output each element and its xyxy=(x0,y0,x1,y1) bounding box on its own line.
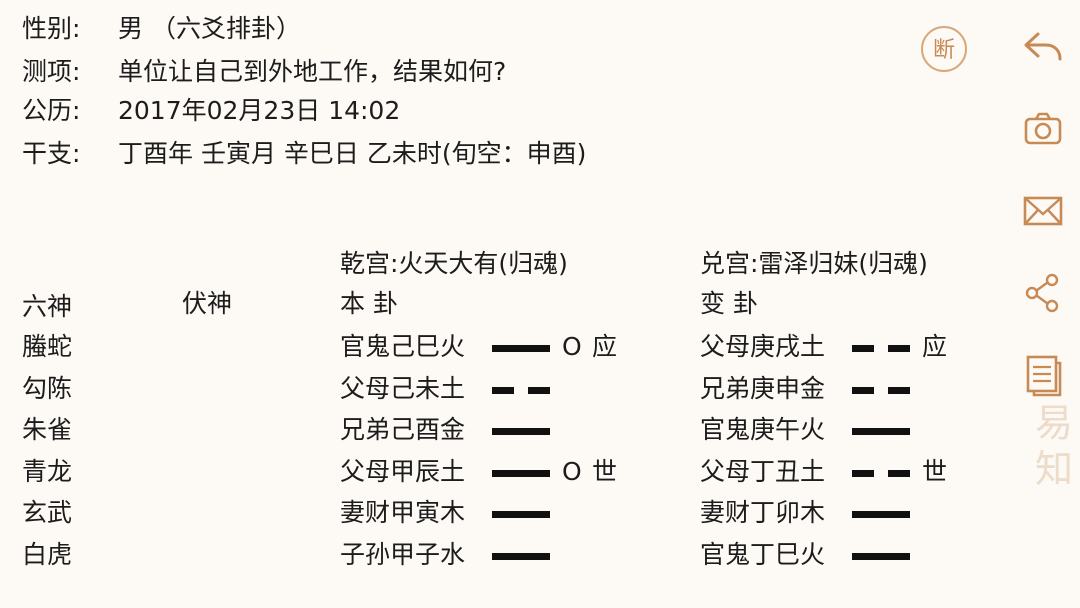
ben-gua-yao-line xyxy=(492,387,550,394)
share-icon xyxy=(1025,273,1059,313)
question-value: 单位让自己到外地工作，结果如何? xyxy=(118,57,507,86)
camera-button[interactable] xyxy=(1018,104,1068,154)
bian-gua-yao-line xyxy=(852,553,910,560)
bian-gua-yao-label: 官鬼丁巳火 xyxy=(700,540,826,569)
gender-row: 性别: 男 （六爻排卦） xyxy=(22,12,301,46)
yin-segment xyxy=(888,470,910,477)
question-label: 测项: xyxy=(22,57,81,86)
ben-gua-yao-label: 官鬼己巳火 xyxy=(340,332,466,361)
liushen-cell: 螣蛇 xyxy=(22,332,73,361)
liushen-header: 六神 xyxy=(22,292,73,321)
ben-gua-yao-label: 妻财甲寅木 xyxy=(340,498,466,527)
duan-button[interactable]: 断 xyxy=(921,26,967,72)
back-button[interactable] xyxy=(1018,22,1068,72)
bian-gua-yao-line xyxy=(852,345,910,352)
document-button[interactable] xyxy=(1018,350,1068,400)
document-icon xyxy=(1026,355,1062,397)
ben-gua-gong-title: 乾宫:火天大有(归魂) xyxy=(340,249,568,278)
bian-gua-yao-label: 父母庚戌土 xyxy=(700,332,826,361)
yang-segment xyxy=(492,470,550,477)
yang-segment xyxy=(492,345,550,352)
bian-gua-yao-line xyxy=(852,511,910,518)
ganzhi-value: 丁酉年 壬寅月 辛巳日 乙未时(旬空：申酉) xyxy=(118,139,587,168)
ben-gua-yao-line xyxy=(492,553,550,560)
ben-gua-yao-line xyxy=(492,428,550,435)
ben-shiying-mark: 应 xyxy=(592,332,618,361)
bian-gua-gong-title: 兑宫:雷泽归妹(归魂) xyxy=(700,249,928,278)
moving-yao-mark: O xyxy=(562,457,582,486)
ben-gua-yao-line xyxy=(492,345,550,352)
liushen-cell: 朱雀 xyxy=(22,415,73,444)
yin-segment xyxy=(888,345,910,352)
yang-segment xyxy=(492,511,550,518)
divination-page: 易知 性别: 男 （六爻排卦） 测项: 单位让自己到外地工作，结果如何? 公历: 20… xyxy=(0,0,1080,608)
ben-gua-label: 本 卦 xyxy=(340,289,398,318)
ganzhi-row: 干支: 丁酉年 壬寅月 辛巳日 乙未时(旬空：申酉) xyxy=(22,137,586,171)
question-row: 测项: 单位让自己到外地工作，结果如何? xyxy=(22,55,506,89)
bian-gua-yao-label: 妻财丁卯木 xyxy=(700,498,826,527)
yang-segment xyxy=(852,511,910,518)
moving-yao-mark: O xyxy=(562,332,582,361)
yang-segment xyxy=(492,553,550,560)
mail-button[interactable] xyxy=(1018,186,1068,236)
yin-segment xyxy=(528,387,550,394)
ganzhi-label: 干支: xyxy=(22,139,81,168)
ben-shiying-mark: 世 xyxy=(592,457,618,486)
liushen-cell: 青龙 xyxy=(22,457,73,486)
camera-icon xyxy=(1024,112,1062,145)
bian-gua-yao-label: 兄弟庚申金 xyxy=(700,374,826,403)
ben-gua-yao-label: 父母己未土 xyxy=(340,374,466,403)
ben-gua-yao-label: 子孙甲子水 xyxy=(340,540,466,569)
bian-gua-yao-label: 官鬼庚午火 xyxy=(700,415,826,444)
bian-gua-yao-line xyxy=(852,387,910,394)
ben-gua-yao-line xyxy=(492,511,550,518)
back-arrow-icon xyxy=(1024,32,1062,61)
mail-icon xyxy=(1023,196,1063,226)
watermark-text: 易知 xyxy=(1034,401,1073,491)
liushen-cell: 玄武 xyxy=(22,498,73,527)
bian-shiying-mark: 世 xyxy=(922,457,948,486)
gender-label: 性别: xyxy=(22,14,81,43)
date-value: 2017年02月23日 14:02 xyxy=(118,96,401,125)
ben-gua-yao-label: 父母甲辰土 xyxy=(340,457,466,486)
yang-segment xyxy=(852,553,910,560)
yin-segment xyxy=(492,387,514,394)
ben-gua-yao-line xyxy=(492,470,550,477)
yin-segment xyxy=(852,470,874,477)
yang-segment xyxy=(852,428,910,435)
yin-segment xyxy=(852,387,874,394)
bian-gua-label: 变 卦 xyxy=(700,289,758,318)
fushen-header: 伏神 xyxy=(182,289,233,318)
date-label: 公历: xyxy=(22,96,81,125)
ben-gua-yao-label: 兄弟己酉金 xyxy=(340,415,466,444)
share-button[interactable] xyxy=(1018,268,1068,318)
yin-segment xyxy=(852,345,874,352)
gender-value: 男 （六爻排卦） xyxy=(118,14,301,43)
bian-shiying-mark: 应 xyxy=(922,332,948,361)
yin-segment xyxy=(888,387,910,394)
date-row: 公历: 2017年02月23日 14:02 xyxy=(22,94,400,128)
liushen-cell: 勾陈 xyxy=(22,374,73,403)
bian-gua-yao-line xyxy=(852,470,910,477)
bian-gua-yao-line xyxy=(852,428,910,435)
yang-segment xyxy=(492,428,550,435)
bian-gua-yao-label: 父母丁丑土 xyxy=(700,457,826,486)
liushen-cell: 白虎 xyxy=(22,540,73,569)
